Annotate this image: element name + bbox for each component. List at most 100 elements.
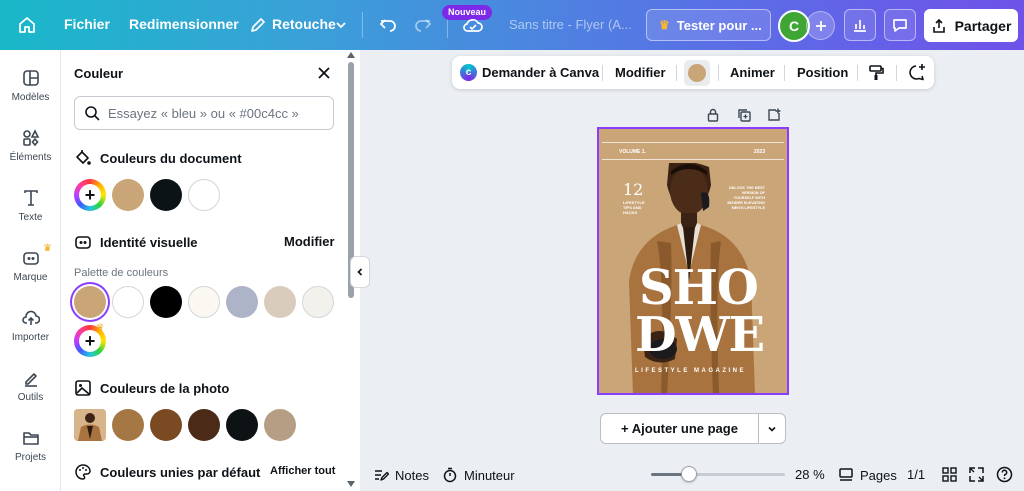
rail-elements[interactable]: Éléments xyxy=(0,129,61,163)
comment-button[interactable] xyxy=(884,9,916,41)
position-button[interactable]: Position xyxy=(797,65,848,80)
redo-icon[interactable] xyxy=(411,13,435,37)
lock-icon[interactable] xyxy=(706,108,720,122)
image-icon xyxy=(75,380,91,396)
collapse-panel-button[interactable] xyxy=(350,256,370,288)
crown-icon: ♛ xyxy=(659,18,670,32)
add-page-dropdown[interactable] xyxy=(758,413,786,444)
add-page-button[interactable]: + Ajouter une page xyxy=(600,413,759,444)
menu-resize[interactable]: Redimensionner xyxy=(129,16,239,32)
home-icon[interactable] xyxy=(14,12,40,38)
add-page-icon[interactable] xyxy=(767,108,781,122)
crown-icon: ♛ xyxy=(96,322,105,332)
color-swatch-selected[interactable] xyxy=(74,286,106,318)
edit-button[interactable]: Modifier xyxy=(615,65,666,80)
divider xyxy=(676,65,677,81)
search-input[interactable] xyxy=(108,105,328,121)
color-panel: Couleur Couleurs du document + Identité … xyxy=(61,50,360,491)
section-title: Couleurs unies par défaut xyxy=(100,464,261,480)
rail-brand[interactable]: ♛ Marque xyxy=(0,243,61,283)
notes-label: Notes xyxy=(395,467,429,483)
rail-projects[interactable]: Projets xyxy=(0,429,61,463)
flyer-page[interactable]: VOLUME 1. 2023 12 LIFESTYLE TIPS AND HAC… xyxy=(597,127,789,395)
scroll-down-arrow[interactable] xyxy=(347,481,355,487)
color-swatch[interactable] xyxy=(150,179,182,211)
color-swatch[interactable] xyxy=(302,286,334,318)
menu-edit[interactable]: Retouche xyxy=(272,16,336,32)
divider xyxy=(362,12,363,38)
paint-bucket-icon xyxy=(76,150,91,165)
color-swatch[interactable] xyxy=(150,409,182,441)
color-swatch[interactable] xyxy=(188,179,220,211)
rail-text[interactable]: Texte xyxy=(0,189,61,223)
elements-icon xyxy=(22,129,39,147)
rail-templates[interactable]: Modèles xyxy=(0,69,61,103)
rail-upload[interactable]: Importer xyxy=(0,309,61,343)
pages-label: Pages xyxy=(860,467,897,483)
pages-button[interactable]: Pages xyxy=(838,467,897,483)
timer-button[interactable]: Minuteur xyxy=(442,467,515,483)
color-swatch[interactable] xyxy=(112,409,144,441)
show-all-link[interactable]: Afficher tout xyxy=(270,465,335,477)
color-swatch[interactable] xyxy=(150,286,182,318)
pages-icon xyxy=(839,468,853,481)
color-swatch[interactable] xyxy=(264,409,296,441)
volume-label: VOLUME 1. xyxy=(619,149,646,155)
share-button[interactable]: Partager xyxy=(924,9,1018,42)
color-swatch[interactable] xyxy=(226,286,258,318)
fill-color-button[interactable] xyxy=(684,60,710,86)
zoom-slider-thumb[interactable] xyxy=(681,466,697,482)
text-icon xyxy=(23,190,38,206)
rail-label: Importer xyxy=(11,332,50,343)
color-swatch[interactable] xyxy=(188,286,220,318)
add-color-button[interactable]: + xyxy=(74,179,106,211)
palette-icon xyxy=(75,464,91,480)
pencil-icon xyxy=(246,13,270,37)
timer-label: Minuteur xyxy=(464,467,515,483)
color-swatch[interactable] xyxy=(264,286,296,318)
zoom-slider[interactable] xyxy=(651,466,785,482)
notes-button[interactable]: Notes xyxy=(373,467,429,483)
photo-thumbnail[interactable] xyxy=(74,409,106,441)
section-title: Couleurs du document xyxy=(100,150,242,166)
menu-file[interactable]: Fichier xyxy=(64,16,110,32)
top-bar: Fichier Redimensionner Retouche Nouveau … xyxy=(0,0,1024,50)
right-caption: UNLOCK THE BEST VERSION OF YOURSELF WITH… xyxy=(727,186,765,210)
section-title: Identité visuelle xyxy=(100,234,198,250)
fullscreen-icon[interactable] xyxy=(969,467,984,485)
chevron-down-icon xyxy=(768,426,776,432)
add-collaborator-button[interactable] xyxy=(806,11,835,40)
color-swatch[interactable] xyxy=(112,179,144,211)
scroll-up-arrow[interactable] xyxy=(347,52,355,58)
rail-tools[interactable]: Outils xyxy=(0,369,61,403)
crown-icon: ♛ xyxy=(43,243,52,254)
color-swatch[interactable] xyxy=(226,409,258,441)
paint-roller-icon[interactable] xyxy=(868,64,885,84)
context-toolbar: c Demander à Canva Modifier Animer Posit… xyxy=(452,56,934,89)
document-title[interactable]: Sans titre - Flyer (A... xyxy=(509,17,632,32)
cloud-sync-icon[interactable] xyxy=(461,13,485,37)
color-dot xyxy=(688,64,706,82)
animate-button[interactable]: Animer xyxy=(730,65,775,80)
ask-canva-button[interactable]: Demander à Canva xyxy=(482,65,599,80)
color-swatch[interactable] xyxy=(112,286,144,318)
duplicate-page-icon[interactable] xyxy=(737,108,751,122)
insights-button[interactable] xyxy=(844,9,876,41)
brand-edit-link[interactable]: Modifier xyxy=(284,234,335,249)
templates-icon xyxy=(22,70,39,86)
divider xyxy=(784,65,785,81)
close-icon[interactable] xyxy=(314,63,334,83)
zoom-value[interactable]: 28 % xyxy=(795,467,825,482)
chevron-down-icon[interactable] xyxy=(329,13,353,37)
upload-icon xyxy=(21,310,40,325)
grid-view-icon[interactable] xyxy=(942,467,957,485)
projects-icon xyxy=(22,432,39,445)
color-swatch[interactable] xyxy=(188,409,220,441)
brand-icon xyxy=(22,252,39,265)
undo-icon[interactable] xyxy=(376,13,400,37)
add-comment-icon[interactable] xyxy=(907,63,926,85)
color-search xyxy=(74,96,334,130)
try-pro-button[interactable]: ♛ Tester pour ... xyxy=(646,9,771,41)
divider xyxy=(602,65,603,81)
help-icon[interactable] xyxy=(996,466,1013,486)
